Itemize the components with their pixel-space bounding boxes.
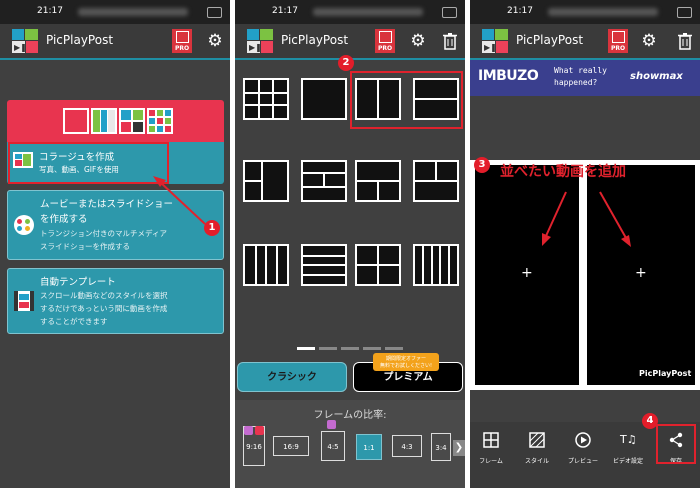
promo-badge: 期間限定オファー 無料でお試しください! <box>373 353 439 371</box>
app-title: PicPlayPost <box>281 33 349 47</box>
ratio-lock-icon <box>327 420 336 429</box>
layout-divider <box>357 264 399 266</box>
gear-icon[interactable]: ⚙ <box>409 32 427 50</box>
arrow-annotation-3 <box>542 191 631 247</box>
tool-preview-label: プレビュー <box>567 458 598 465</box>
tab-classic[interactable]: クラシック <box>237 362 347 392</box>
ratio-3-4[interactable]: 3:4 <box>431 433 451 461</box>
layout-divider <box>245 91 287 94</box>
layout-divider <box>254 246 257 284</box>
layout-divider <box>271 80 274 118</box>
tool-frame-label: フレーム <box>479 458 503 465</box>
layout-divider <box>447 246 450 284</box>
layout-option-four-columns[interactable] <box>243 244 289 286</box>
layout-divider <box>439 246 442 284</box>
tool-video-settings-label: ビデオ設定 <box>612 458 643 465</box>
layout-divider <box>435 162 437 181</box>
status-time: 21:17 <box>272 6 298 16</box>
layout-divider <box>303 264 345 266</box>
app-bar: ▶❚ PicPlayPost PRO ⚙ <box>235 24 465 60</box>
scroll-right-icon[interactable]: ❯ <box>453 440 465 456</box>
ratio-4-5[interactable]: 4:5 <box>321 431 345 461</box>
step-badge-1: 1 <box>204 220 220 236</box>
layout-option-row-split[interactable] <box>301 160 347 202</box>
status-icons <box>313 8 423 16</box>
tool-style-label: スタイル <box>524 458 549 465</box>
layout-option-left-split[interactable] <box>243 160 289 202</box>
app-logo-icon: ▶❚ <box>247 29 273 53</box>
ratio-1-1[interactable]: 1:1 <box>356 434 382 460</box>
layout-screen: 21:17 ▶❚ PicPlayPost PRO ⚙ 2 クラシック プレミアム… <box>235 0 465 488</box>
layout-option-2x2[interactable] <box>355 244 401 286</box>
video-settings-icon[interactable]: T♫ <box>620 432 637 448</box>
layout-divider <box>323 173 325 187</box>
layout-option-3x3[interactable] <box>243 78 289 120</box>
layout-divider <box>430 246 433 284</box>
home-screen: 21:17 ▶❚ PicPlayPost PRO ⚙ コラージュを作成 写真、動… <box>0 0 230 488</box>
pro-button[interactable]: PRO <box>375 29 395 53</box>
editor-screen: 21:17 ▶❚ PicPlayPost PRO ⚙ IMBUZO What r… <box>470 0 700 488</box>
ratio-label: フレームの比率: <box>313 410 387 421</box>
layout-divider <box>265 246 267 284</box>
layout-option-single[interactable] <box>301 78 347 120</box>
layout-divider <box>245 104 287 107</box>
layout-option-top-split[interactable] <box>413 160 459 202</box>
status-bar: 21:17 <box>235 0 465 24</box>
frame-icon[interactable] <box>483 432 499 448</box>
ratio-4-3[interactable]: 4:3 <box>392 435 422 457</box>
layout-divider <box>257 80 260 118</box>
step-badge-4: 4 <box>642 413 658 429</box>
trash-icon[interactable] <box>441 32 459 50</box>
ratio-lock-icon <box>255 426 264 435</box>
preview-icon[interactable] <box>575 432 591 448</box>
page-indicator <box>297 347 405 350</box>
layout-option-five-columns[interactable] <box>413 244 459 286</box>
layout-option-bottom-split[interactable] <box>355 160 401 202</box>
layout-divider <box>422 246 425 284</box>
ratio-lock-icon <box>244 426 253 435</box>
ratio-section: フレームの比率: 9:16 16:9 4:5 1:1 4:3 3:4 ❯ <box>235 400 465 488</box>
layout-divider <box>303 254 345 257</box>
layout-option-four-rows[interactable] <box>301 244 347 286</box>
highlight-layouts <box>350 71 463 129</box>
highlight-save <box>656 424 696 464</box>
step-badge-2: 2 <box>338 55 354 71</box>
layout-divider <box>377 181 379 200</box>
promo-line2: 無料でお試しください! <box>379 363 432 369</box>
battery-icon <box>442 7 457 18</box>
promo-line1: 期間限定オファー <box>385 356 426 362</box>
layout-divider <box>303 273 345 276</box>
layout-divider <box>245 180 262 182</box>
ratio-16-9[interactable]: 16:9 <box>273 436 309 456</box>
layout-divider <box>275 246 278 284</box>
pro-label: PRO <box>377 45 393 52</box>
style-icon[interactable] <box>529 432 545 448</box>
arrow-annotation-1 <box>153 176 206 225</box>
